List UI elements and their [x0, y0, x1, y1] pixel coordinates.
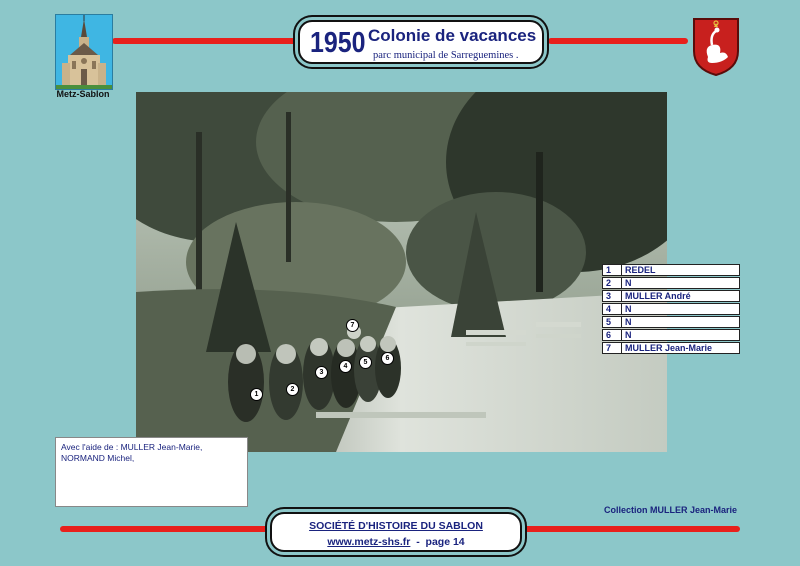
legend-person-name: N [625, 330, 632, 340]
legend-number: 2 [603, 278, 622, 288]
legend-person-name: MULLER Jean-Marie [625, 343, 713, 353]
photo-marker-5: 5 [359, 356, 372, 369]
legend-row: 1 REDEL [602, 264, 740, 276]
legend-number: 1 [603, 265, 622, 275]
footer-plaque: SOCIÉTÉ D'HISTOIRE DU SABLON www.metz-sh… [270, 512, 522, 552]
page-number: page 14 [425, 536, 465, 548]
legend-row: 4N [602, 303, 740, 315]
collection-credit: Collection MULLER Jean-Marie [604, 505, 738, 515]
photo-marker-4: 4 [339, 360, 352, 373]
header-plaque: 1950 Colonie de vacances parc municipal … [298, 20, 544, 64]
coat-of-arms-icon [693, 18, 739, 77]
legend-row: 5N [602, 316, 740, 328]
church-icon [56, 15, 112, 89]
metz-sablon-logo [55, 14, 113, 90]
legend-row: 6N [602, 329, 740, 341]
legend-person-name: N [625, 317, 632, 327]
photo-marker-7: 7 [346, 319, 359, 332]
coat-of-arms-logo [692, 17, 740, 77]
group-photograph: 1 2 3 4 5 6 7 [136, 92, 667, 452]
legend-person-name: N [625, 304, 632, 314]
footer-separator: - [410, 536, 426, 548]
legend-number: 3 [603, 291, 622, 301]
legend-number: 5 [603, 317, 622, 327]
website-link[interactable]: www.metz-shs.fr [327, 536, 410, 548]
legend-person-name: N [625, 278, 632, 288]
photo-marker-2: 2 [286, 383, 299, 396]
legend-row: 7 MULLER Jean-Marie [602, 342, 740, 354]
legend-number: 4 [603, 304, 622, 314]
name-legend: 1 REDEL 2N 3 MULLER André 4N 5N 6N 7 MULLER… [602, 264, 740, 355]
legend-row: 3 MULLER André [602, 290, 740, 302]
year-label: 1950 [310, 27, 366, 59]
legend-number: 7 [603, 343, 622, 353]
footer-bar-left [60, 526, 270, 532]
contributors-note: Avec l'aide de : MULLER Jean-Marie, NORM… [55, 437, 248, 507]
society-name: SOCIÉTÉ D'HISTOIRE DU SABLON [309, 520, 483, 532]
page-title: Colonie de vacances [368, 26, 537, 45]
header-bar-right [548, 38, 688, 44]
photo-marker-3: 3 [315, 366, 328, 379]
photo-scene [136, 92, 667, 452]
footer-line: www.metz-shs.fr - page 14 [272, 536, 520, 548]
photo-marker-1: 1 [250, 388, 263, 401]
header-bar-left [112, 38, 298, 44]
page-subtitle: parc municipal de Sarreguemines . [373, 50, 519, 61]
legend-person-name: REDEL [625, 265, 656, 275]
legend-person-name: MULLER André [625, 291, 691, 301]
logo-caption: Metz-Sablon [56, 89, 110, 99]
legend-row: 2N [602, 277, 740, 289]
footer-bar-right [520, 526, 740, 532]
photo-marker-6: 6 [381, 352, 394, 365]
legend-number: 6 [603, 330, 622, 340]
